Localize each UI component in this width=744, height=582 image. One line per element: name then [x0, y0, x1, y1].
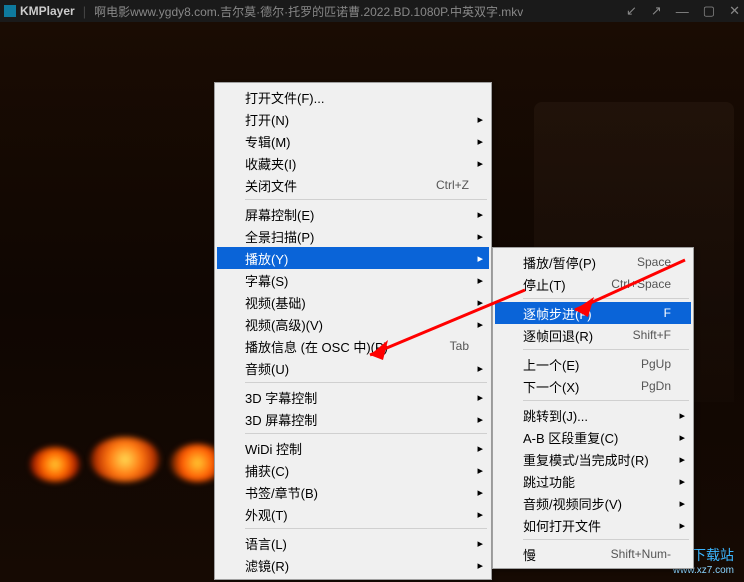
menu-item-label: WiDi 控制	[245, 439, 469, 458]
menu-item-label: 3D 屏幕控制	[245, 410, 469, 429]
menu-item-label: 关闭文件	[245, 176, 436, 195]
menu-item-label: 捕获(C)	[245, 461, 469, 480]
menuLeft-item[interactable]: 语言(L)	[217, 532, 489, 554]
annotation-arrow	[350, 285, 530, 375]
menu-item-label: 屏幕控制(E)	[245, 205, 469, 224]
menuLeft-item[interactable]: 打开(N)	[217, 108, 489, 130]
menuLeft-item[interactable]: 滤镜(R)	[217, 554, 489, 576]
menuLeft-item[interactable]: 收藏夹(I)	[217, 152, 489, 174]
menuRight-item[interactable]: 音频/视频同步(V)	[495, 492, 691, 514]
menu-item-label: 打开(N)	[245, 110, 469, 129]
menuLeft-item[interactable]: 播放(Y)	[217, 247, 489, 269]
menu-item-label: 打开文件(F)...	[245, 88, 469, 107]
menuRight-item[interactable]: 慢Shift+Num-	[495, 543, 691, 565]
menu-item-label: 收藏夹(I)	[245, 154, 469, 173]
menuLeft-item[interactable]: 3D 屏幕控制	[217, 408, 489, 430]
menuLeft-item[interactable]: 关闭文件Ctrl+Z	[217, 174, 489, 196]
prev-track-icon[interactable]: ↙	[626, 3, 637, 19]
menuLeft-item[interactable]: 捕获(C)	[217, 459, 489, 481]
menu-item-label: 播放(Y)	[245, 249, 469, 268]
menu-item-label: 重复模式/当完成时(R)	[523, 450, 671, 469]
menu-separator	[245, 382, 487, 383]
menu-separator	[245, 199, 487, 200]
menuLeft-item[interactable]: 屏幕控制(E)	[217, 203, 489, 225]
menu-item-shortcut: Ctrl+Z	[436, 178, 469, 192]
menu-item-label: 滤镜(R)	[245, 556, 469, 575]
close-icon[interactable]: ✕	[729, 3, 740, 19]
menu-item-label: 外观(T)	[245, 505, 469, 524]
title-separator: |	[83, 4, 86, 19]
menu-item-label: 跳转到(J)...	[523, 406, 671, 425]
menu-item-shortcut: PgDn	[641, 379, 671, 393]
menu-item-label: 如何打开文件	[523, 516, 671, 535]
app-logo-icon	[4, 5, 16, 17]
annotation-arrow	[560, 255, 690, 325]
maximize-icon[interactable]: ▢	[703, 3, 715, 19]
menu-item-label: 3D 字幕控制	[245, 388, 469, 407]
file-name: 啊电影www.ygdy8.com.吉尔莫·德尔·托罗的匹诺曹.2022.BD.1…	[94, 3, 523, 20]
menuLeft-item[interactable]: 专辑(M)	[217, 130, 489, 152]
menu-item-label: 全景扫描(P)	[245, 227, 469, 246]
menuRight-item[interactable]: A-B 区段重复(C)	[495, 426, 691, 448]
menu-separator	[245, 528, 487, 529]
menu-item-label: 逐帧回退(R)	[523, 326, 633, 345]
menuLeft-item[interactable]: WiDi 控制	[217, 437, 489, 459]
menuRight-item[interactable]: 重复模式/当完成时(R)	[495, 448, 691, 470]
title-bar: KMPlayer | 啊电影www.ygdy8.com.吉尔莫·德尔·托罗的匹诺…	[0, 0, 744, 22]
menu-item-label: 跳过功能	[523, 472, 671, 491]
menu-separator	[523, 349, 689, 350]
menuRight-item[interactable]: 跳过功能	[495, 470, 691, 492]
menu-item-shortcut: Shift+Num-	[611, 547, 671, 561]
menuLeft-item[interactable]: 外观(T)	[217, 503, 489, 525]
menuRight-item[interactable]: 下一个(X)PgDn	[495, 375, 691, 397]
menuLeft-item[interactable]: 全景扫描(P)	[217, 225, 489, 247]
menuRight-item[interactable]: 跳转到(J)...	[495, 404, 691, 426]
next-track-icon[interactable]: ↗	[651, 3, 662, 19]
video-flame	[30, 447, 80, 482]
menuLeft-item[interactable]: 3D 字幕控制	[217, 386, 489, 408]
menuRight-item[interactable]: 如何打开文件	[495, 514, 691, 536]
menu-item-label: 语言(L)	[245, 534, 469, 553]
minimize-icon[interactable]: —	[676, 4, 689, 19]
menuLeft-item[interactable]: 书签/章节(B)	[217, 481, 489, 503]
menu-item-shortcut: PgUp	[641, 357, 671, 371]
menu-item-shortcut: Shift+F	[633, 328, 671, 342]
menu-item-label: A-B 区段重复(C)	[523, 428, 671, 447]
menu-item-label: 音频/视频同步(V)	[523, 494, 671, 513]
menu-separator	[523, 539, 689, 540]
menu-item-label: 慢	[523, 545, 611, 564]
menu-separator	[523, 400, 689, 401]
menu-item-label: 书签/章节(B)	[245, 483, 469, 502]
menu-item-label: 下一个(X)	[523, 377, 641, 396]
menu-item-label: 上一个(E)	[523, 355, 641, 374]
menu-item-label: 专辑(M)	[245, 132, 469, 151]
menu-separator	[245, 433, 487, 434]
app-name: KMPlayer	[20, 4, 75, 18]
menuLeft-item[interactable]: 打开文件(F)...	[217, 86, 489, 108]
video-flame	[90, 437, 160, 482]
